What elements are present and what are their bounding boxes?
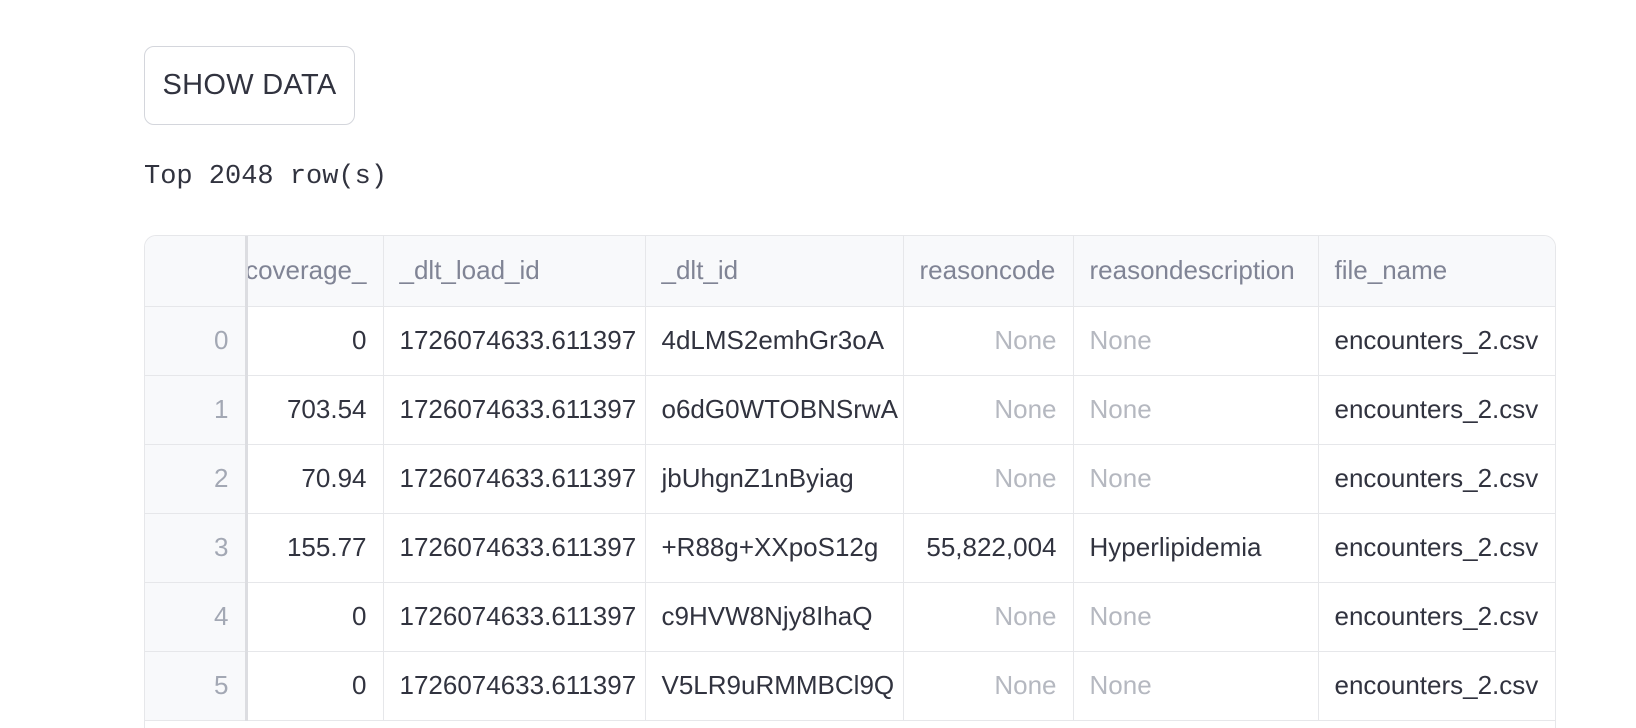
row-index-cell: 1 (145, 375, 248, 445)
table-row[interactable]: 3 155.77 1726074633.611397 +R88g+XXpoS12… (145, 513, 1555, 583)
dlt-id-cell[interactable]: V5LR9uRMMBCl9Q (645, 651, 904, 721)
column-header-reasondescription[interactable]: reasondescription (1073, 236, 1319, 307)
data-grid[interactable]: _coverage _dlt_load_id _dlt_id reasoncod… (144, 235, 1556, 728)
dlt-id-cell[interactable]: jbUhgnZ1nByiag (645, 444, 904, 514)
column-header-coverage[interactable]: _coverage (246, 236, 384, 307)
dlt-load-id-cell[interactable]: 1726074633.611397 (383, 513, 646, 583)
column-header-dlt-id[interactable]: _dlt_id (645, 236, 904, 307)
row-index-cell: 3 (145, 513, 248, 583)
reasondescription-cell[interactable]: None (1073, 375, 1319, 445)
dlt-load-id-cell[interactable]: 1726074633.611397 (383, 444, 646, 514)
reasoncode-cell[interactable]: None (903, 375, 1074, 445)
row-index-cell: 2 (145, 444, 248, 514)
table-row[interactable]: 1 703.54 1726074633.611397 o6dG0WTOBNSrw… (145, 375, 1555, 445)
row-index-cell: 0 (145, 306, 248, 376)
dlt-load-id-cell[interactable]: 1726074633.611397 (383, 375, 646, 445)
data-table: _coverage _dlt_load_id _dlt_id reasoncod… (145, 236, 1555, 721)
reasoncode-cell[interactable]: None (903, 582, 1074, 652)
page: SHOW DATA Top 2048 row(s) _coverage _dlt… (0, 0, 1636, 728)
column-header-file-name[interactable]: file_name (1318, 236, 1555, 307)
coverage-cell[interactable]: 703.54 (246, 375, 384, 445)
reasoncode-cell[interactable]: 55,822,004 (903, 513, 1074, 583)
file-name-cell[interactable]: encounters_2.csv (1318, 651, 1555, 721)
reasondescription-cell[interactable]: None (1073, 306, 1319, 376)
row-index-cell: 5 (145, 651, 248, 721)
reasoncode-cell[interactable]: None (903, 306, 1074, 376)
dlt-id-cell[interactable]: 4dLMS2emhGr3oA (645, 306, 904, 376)
coverage-cell[interactable]: 0 (246, 651, 384, 721)
file-name-cell[interactable]: encounters_2.csv (1318, 444, 1555, 514)
table-row[interactable]: 5 0 1726074633.611397 V5LR9uRMMBCl9Q Non… (145, 651, 1555, 721)
row-count-caption: Top 2048 row(s) (144, 162, 388, 192)
coverage-cell[interactable]: 70.94 (246, 444, 384, 514)
dlt-id-cell[interactable]: o6dG0WTOBNSrwA (645, 375, 904, 445)
file-name-cell[interactable]: encounters_2.csv (1318, 306, 1555, 376)
reasoncode-cell[interactable]: None (903, 651, 1074, 721)
table-row[interactable]: 0 0 1726074633.611397 4dLMS2emhGr3oA Non… (145, 306, 1555, 376)
file-name-cell[interactable]: encounters_2.csv (1318, 375, 1555, 445)
column-header-index[interactable] (145, 236, 248, 307)
dlt-load-id-cell[interactable]: 1726074633.611397 (383, 651, 646, 721)
coverage-cell[interactable]: 155.77 (246, 513, 384, 583)
table-row[interactable]: 4 0 1726074633.611397 c9HVW8Njy8IhaQ Non… (145, 582, 1555, 652)
dlt-load-id-cell[interactable]: 1726074633.611397 (383, 306, 646, 376)
row-index-cell: 4 (145, 582, 248, 652)
coverage-cell[interactable]: 0 (246, 306, 384, 376)
dlt-id-cell[interactable]: c9HVW8Njy8IhaQ (645, 582, 904, 652)
table-row[interactable]: 2 70.94 1726074633.611397 jbUhgnZ1nByiag… (145, 444, 1555, 514)
reasondescription-cell[interactable]: None (1073, 582, 1319, 652)
reasondescription-cell[interactable]: Hyperlipidemia (1073, 513, 1319, 583)
header-row: _coverage _dlt_load_id _dlt_id reasoncod… (145, 236, 1555, 307)
dlt-load-id-cell[interactable]: 1726074633.611397 (383, 582, 646, 652)
coverage-cell[interactable]: 0 (246, 582, 384, 652)
file-name-cell[interactable]: encounters_2.csv (1318, 582, 1555, 652)
file-name-cell[interactable]: encounters_2.csv (1318, 513, 1555, 583)
show-data-button[interactable]: SHOW DATA (144, 46, 355, 125)
reasoncode-cell[interactable]: None (903, 444, 1074, 514)
dlt-id-cell[interactable]: +R88g+XXpoS12g (645, 513, 904, 583)
reasondescription-cell[interactable]: None (1073, 444, 1319, 514)
column-header-reasoncode[interactable]: reasoncode (903, 236, 1074, 307)
column-header-dlt-load-id[interactable]: _dlt_load_id (383, 236, 646, 307)
reasondescription-cell[interactable]: None (1073, 651, 1319, 721)
